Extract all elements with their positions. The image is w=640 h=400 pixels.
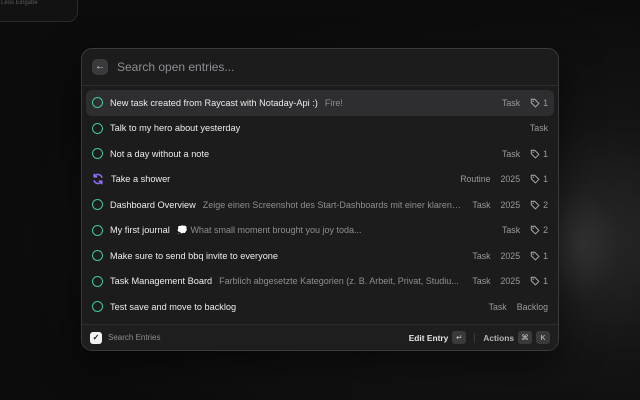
actions-button[interactable]: Actions [483, 333, 514, 343]
back-arrow-icon[interactable]: ← [92, 59, 108, 75]
entry-type: Task [502, 225, 521, 236]
list-item[interactable]: My first journal 💭 What small moment brou… [86, 218, 554, 244]
entry-type: Task [472, 276, 491, 287]
list-item[interactable]: Take a shower Routine 2025 1 [86, 167, 554, 193]
entry-tags: 1 [530, 251, 548, 261]
entry-type: Task [502, 148, 521, 159]
entry-title: Task Management Board [110, 276, 213, 287]
footer-divider [474, 332, 476, 343]
tag-icon [530, 225, 543, 235]
entry-tags: 1 [530, 174, 548, 184]
list-item[interactable]: Test save and move to backlog Task Backlog [86, 294, 554, 320]
entry-type: Task [502, 97, 521, 108]
entry-tags: 1 [530, 149, 548, 159]
circle-icon [92, 301, 103, 313]
background-widget-text: Leos Eingabe [1, 0, 38, 6]
entry-title: Not a day without a note [110, 148, 210, 159]
enter-key-icon: ↵ [452, 331, 467, 344]
entry-title: New task created from Raycast with Notad… [110, 97, 318, 108]
list-item[interactable]: Task Management Board Farblich abgesetzte… [86, 269, 554, 295]
entry-date: 2025 [500, 250, 521, 261]
entry-list: New task created from Raycast with Notad… [82, 86, 558, 320]
entry-title: Take a shower [111, 174, 171, 185]
tag-count: 1 [543, 250, 548, 261]
entry-type: Task [472, 250, 491, 261]
k-key-icon: K [536, 331, 550, 344]
entry-title: Test save and move to backlog [110, 301, 237, 312]
footer-bar: ✓ Search Entries Edit Entry ↵ Actions ⌘ … [82, 324, 558, 350]
entry-title: Talk to my hero about yesterday [110, 123, 241, 134]
tag-icon [530, 98, 543, 108]
command-key-icon: ⌘ [518, 331, 532, 344]
tag-icon [530, 200, 543, 210]
entry-type: Task [472, 199, 491, 210]
entry-date: 2025 [500, 174, 521, 185]
tag-count: 1 [543, 174, 548, 185]
tag-count: 1 [543, 148, 548, 159]
entry-date: 2025 [500, 276, 521, 287]
entry-tags: 1 [530, 276, 548, 286]
list-item[interactable]: Make sure to send bbq invite to everyone… [86, 243, 554, 269]
entry-title: Make sure to send bbq invite to everyone [110, 250, 279, 261]
tag-count: 2 [543, 199, 548, 210]
entry-tags: 2 [530, 225, 548, 235]
circle-icon [92, 148, 103, 160]
circle-icon [92, 250, 103, 262]
list-item[interactable]: New task created from Raycast with Notad… [86, 90, 554, 116]
edit-entry-button[interactable]: Edit Entry [409, 333, 449, 343]
list-item[interactable]: Not a day without a note Task 1 [86, 141, 554, 167]
tag-icon [530, 251, 543, 261]
circle-icon [92, 97, 103, 109]
footer-label: Search Entries [108, 333, 161, 342]
circle-icon [92, 199, 103, 211]
tag-icon [530, 149, 543, 159]
list-item[interactable]: Talk to my hero about yesterday Task [86, 116, 554, 142]
entry-date: 2025 [500, 199, 521, 210]
app-logo-icon: ✓ [90, 331, 102, 344]
background-widget: Leos Eingabe [0, 0, 78, 22]
entry-subtitle: Zeige einen Screenshot des Start-Dashboa… [202, 199, 463, 210]
entry-subtitle: 💭 What small moment brought you joy toda… [176, 224, 362, 235]
entry-date: Backlog [516, 301, 548, 312]
sync-icon [92, 173, 104, 185]
circle-icon [92, 275, 103, 287]
entry-subtitle: Fire! [324, 97, 343, 108]
entry-type: Task [529, 123, 548, 134]
tag-icon [530, 276, 543, 286]
entry-subtitle: Farblich abgesetzte Kategorien (z. B. Ar… [219, 276, 459, 287]
entry-title: My first journal [110, 225, 170, 236]
entry-type: Task [488, 301, 507, 312]
entry-tags: 1 [530, 98, 548, 108]
entry-title: Dashboard Overview [110, 199, 196, 210]
search-input[interactable] [117, 60, 558, 74]
list-item[interactable]: Dashboard Overview Zeige einen Screenshot… [86, 192, 554, 218]
entry-tags: 2 [530, 200, 548, 210]
tag-icon [530, 174, 543, 184]
circle-icon [92, 122, 103, 134]
circle-icon [92, 224, 103, 236]
search-bar: ← [82, 49, 558, 86]
tag-count: 2 [543, 225, 548, 236]
command-window: ← New task created from Raycast with Not… [81, 48, 559, 351]
tag-count: 1 [543, 276, 548, 287]
entry-type: Routine [460, 174, 491, 185]
tag-count: 1 [543, 97, 548, 108]
